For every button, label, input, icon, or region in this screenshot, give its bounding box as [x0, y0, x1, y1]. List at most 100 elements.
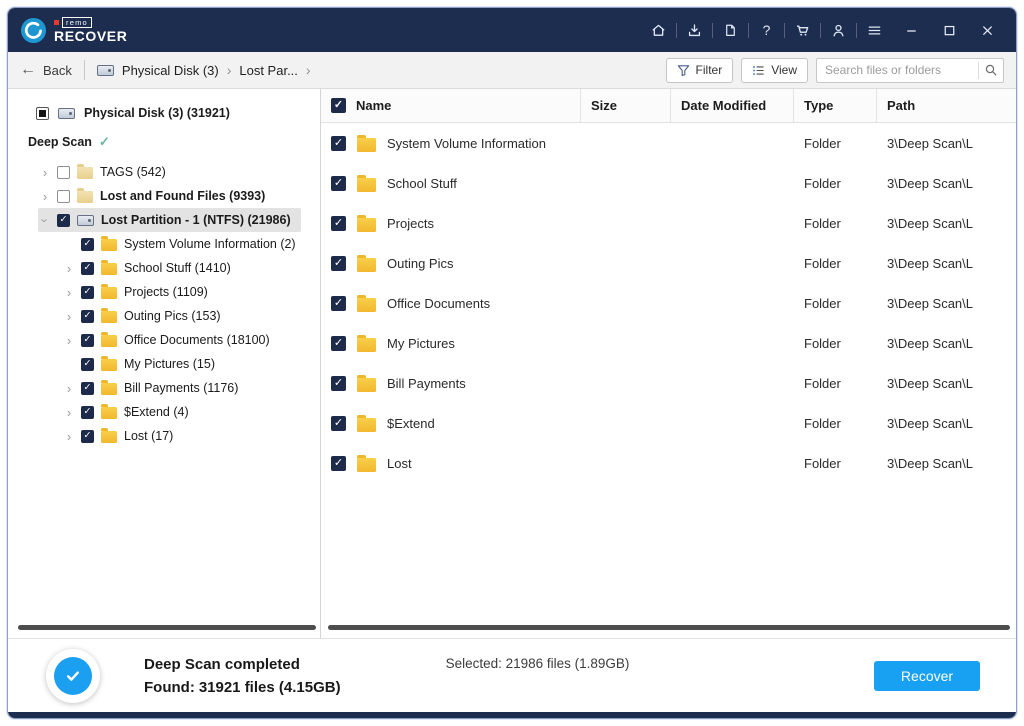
expand-arrow-icon[interactable]: ›: [40, 165, 50, 180]
found-text: Found: 31921 files (4.15GB): [144, 679, 341, 696]
root-checkbox[interactable]: [36, 107, 49, 120]
recover-button[interactable]: Recover: [874, 661, 980, 691]
back-button[interactable]: ← Back: [20, 62, 72, 78]
home-icon[interactable]: [641, 17, 676, 43]
column-header-path[interactable]: Path: [877, 89, 1016, 122]
tree-item-lost-partition-1-ntfs-21986[interactable]: ›✓Lost Partition - 1 (NTFS) (21986): [38, 208, 301, 232]
expand-arrow-icon[interactable]: ›: [64, 381, 74, 396]
tree-item-label: Lost and Found Files (9393): [100, 189, 265, 203]
tree-item-label: School Stuff (1410): [124, 261, 231, 275]
row-checkbox[interactable]: ✓: [331, 176, 346, 191]
column-header-size[interactable]: Size: [581, 89, 671, 122]
tree-item-label: Bill Payments (1176): [124, 381, 238, 395]
tree-item-label: System Volume Information (2): [124, 237, 296, 251]
filter-button[interactable]: Filter: [666, 58, 734, 83]
tree-item-my-pictures-15[interactable]: ›✓My Pictures (15): [62, 352, 225, 376]
drive-icon: [77, 215, 94, 226]
root-label: Physical Disk (3) (31921): [84, 106, 230, 120]
row-checkbox[interactable]: ✓: [331, 336, 346, 351]
expand-arrow-icon[interactable]: ›: [64, 285, 74, 300]
window-bottom-edge: [8, 712, 1016, 718]
sidebar-horizontal-scrollbar[interactable]: [18, 625, 316, 630]
expand-arrow-icon[interactable]: ›: [64, 333, 74, 348]
tree-item-outing-pics-153[interactable]: ›✓Outing Pics (153): [62, 304, 231, 328]
table-row-lost[interactable]: ✓LostFolder3\Deep Scan\L: [321, 443, 1016, 483]
expand-arrow-icon[interactable]: ›: [64, 429, 74, 444]
name-cell: ✓System Volume Information: [321, 135, 581, 152]
account-icon[interactable]: [821, 17, 856, 43]
remo-logo-icon: [20, 17, 47, 44]
expand-arrow-icon[interactable]: ›: [40, 189, 50, 204]
tree-item-bill-payments-1176[interactable]: › ✓ Bill Payments (1176): [62, 376, 248, 400]
tree-item-checkbox[interactable]: ✓: [81, 382, 94, 395]
folder-icon: [357, 458, 376, 472]
tree-item-projects-1109[interactable]: ›✓Projects (1109): [62, 280, 218, 304]
logo-remo-text: remo: [62, 17, 92, 28]
sidebar: Physical Disk (3) (31921) Deep Scan ✓ ›T…: [8, 89, 320, 638]
table-row-projects[interactable]: ✓ProjectsFolder3\Deep Scan\L: [321, 203, 1016, 243]
table-horizontal-scrollbar[interactable]: [328, 625, 1010, 630]
search-icon[interactable]: [979, 63, 1003, 77]
tree-item-lost-17[interactable]: ›✓Lost (17): [62, 424, 183, 448]
close-button[interactable]: [968, 17, 1006, 43]
expand-arrow-icon[interactable]: ›: [64, 261, 74, 276]
table-row-office-documents[interactable]: ✓Office DocumentsFolder3\Deep Scan\L: [321, 283, 1016, 323]
table-row-system-volume-information[interactable]: ✓System Volume InformationFolder3\Deep S…: [321, 123, 1016, 163]
cart-icon[interactable]: [785, 17, 820, 43]
tree-item-checkbox[interactable]: ✓: [81, 262, 94, 275]
breadcrumb-lost-partition[interactable]: Lost Par...: [239, 63, 298, 78]
cell-path: 3\Deep Scan\L: [877, 256, 1016, 271]
help-icon[interactable]: ?: [749, 17, 784, 43]
cell-type: Folder: [794, 376, 877, 391]
save-session-icon[interactable]: [677, 17, 712, 43]
row-checkbox[interactable]: ✓: [331, 456, 346, 471]
row-checkbox[interactable]: ✓: [331, 256, 346, 271]
table-row-bill-payments[interactable]: ✓Bill PaymentsFolder3\Deep Scan\L: [321, 363, 1016, 403]
breadcrumb-physical-disk[interactable]: Physical Disk (3): [122, 63, 219, 78]
maximize-button[interactable]: [930, 17, 968, 43]
tree-item-office-documents-18100[interactable]: ›✓Office Documents (18100): [62, 328, 280, 352]
row-checkbox[interactable]: ✓: [331, 296, 346, 311]
tree-item-checkbox[interactable]: ✓: [81, 286, 94, 299]
table-row-outing-pics[interactable]: ✓Outing PicsFolder3\Deep Scan\L: [321, 243, 1016, 283]
collapse-arrow-icon[interactable]: ›: [38, 215, 53, 225]
expand-arrow-icon[interactable]: ›: [64, 405, 74, 420]
table-row-my-pictures[interactable]: ✓My PicturesFolder3\Deep Scan\L: [321, 323, 1016, 363]
open-session-icon[interactable]: [713, 17, 748, 43]
tree-root-item[interactable]: Physical Disk (3) (31921): [36, 101, 320, 125]
column-header-date-modified[interactable]: Date Modified: [671, 89, 794, 122]
minimize-button[interactable]: [892, 17, 930, 43]
view-button[interactable]: View: [741, 58, 808, 83]
scan-label: Deep Scan: [28, 135, 92, 149]
table-row-school-stuff[interactable]: ✓School StuffFolder3\Deep Scan\L: [321, 163, 1016, 203]
row-checkbox[interactable]: ✓: [331, 216, 346, 231]
tree-item-checkbox[interactable]: ✓: [81, 310, 94, 323]
column-header-type[interactable]: Type: [794, 89, 877, 122]
tree-item-checkbox[interactable]: ✓: [57, 214, 70, 227]
remo-recover-logo: remo RECOVER: [20, 17, 127, 44]
tree-item-system-volume-information-2[interactable]: ›✓System Volume Information (2): [62, 232, 306, 256]
search-input[interactable]: [817, 63, 978, 77]
row-checkbox[interactable]: ✓: [331, 376, 346, 391]
tree-item-checkbox[interactable]: ✓: [81, 334, 94, 347]
tree-item-school-stuff-1410[interactable]: › ✓ School Stuff (1410): [62, 256, 241, 280]
name-cell: ✓Bill Payments: [321, 375, 581, 392]
table-row-extend[interactable]: ✓$ExtendFolder3\Deep Scan\L: [321, 403, 1016, 443]
table-header: ✓NameSizeDate ModifiedTypePath: [321, 89, 1016, 123]
row-checkbox[interactable]: ✓: [331, 416, 346, 431]
tree-item-lost-and-found-files-9393[interactable]: › Lost and Found Files (9393): [38, 184, 275, 208]
tree-item-tags-542[interactable]: ›TAGS (542): [38, 160, 176, 184]
expand-arrow-icon[interactable]: ›: [64, 309, 74, 324]
tree-item-checkbox[interactable]: ✓: [81, 430, 94, 443]
tree-item-checkbox[interactable]: ✓: [81, 406, 94, 419]
tree-item-extend-4[interactable]: ›✓$Extend (4): [62, 400, 199, 424]
select-all-checkbox[interactable]: ✓: [331, 98, 346, 113]
name-cell: ✓Projects: [321, 215, 581, 232]
tree-item-checkbox[interactable]: ✓: [81, 238, 94, 251]
menu-icon[interactable]: [857, 17, 892, 43]
tree-item-checkbox[interactable]: [57, 166, 70, 179]
tree-item-checkbox[interactable]: ✓: [81, 358, 94, 371]
row-checkbox[interactable]: ✓: [331, 136, 346, 151]
column-header-name[interactable]: ✓Name: [321, 89, 581, 122]
tree-item-checkbox[interactable]: [57, 190, 70, 203]
